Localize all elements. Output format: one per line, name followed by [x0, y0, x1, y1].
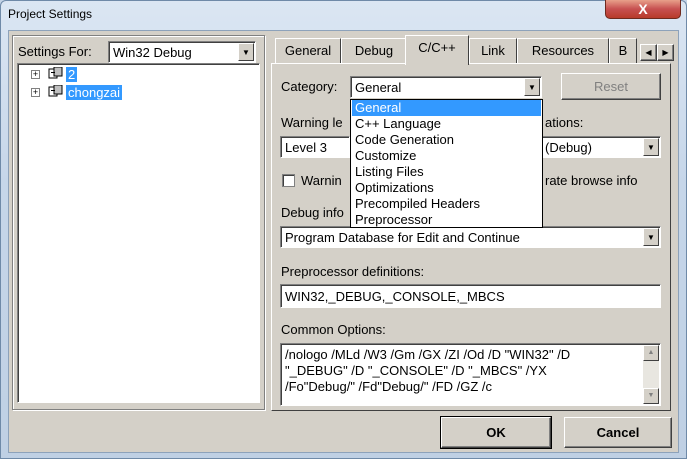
optimizations-label: ations: — [545, 115, 584, 130]
chevron-down-icon[interactable]: ▼ — [643, 138, 659, 156]
dropdown-option[interactable]: General — [352, 100, 541, 116]
warnings-checkbox-label: Warnin — [301, 173, 342, 188]
expand-icon[interactable]: + — [31, 70, 40, 79]
preprocessor-value: WIN32,_DEBUG,_CONSOLE,_MBCS — [285, 289, 505, 304]
tab-link[interactable]: Link — [469, 38, 517, 63]
tab-general[interactable]: General — [275, 38, 341, 63]
common-options-line: /nologo /MLd /W3 /Gm /GX /ZI /Od /D "WIN… — [285, 347, 571, 362]
tab-scroll-left-icon[interactable]: ◀ — [640, 44, 657, 61]
tab-debug[interactable]: Debug — [341, 38, 407, 63]
category-combo[interactable]: General ▼ — [350, 76, 542, 98]
dropdown-option[interactable]: Customize — [352, 148, 541, 164]
scroll-up-icon[interactable]: ▲ — [643, 345, 659, 361]
reset-button-label: Reset — [594, 79, 628, 94]
settings-for-combo[interactable]: Win32 Debug ▼ — [108, 41, 256, 63]
dropdown-option[interactable]: Precompiled Headers — [352, 196, 541, 212]
expand-icon[interactable]: + — [31, 88, 40, 97]
warning-level-label: Warning le — [281, 115, 343, 130]
project-tree[interactable]: + 2 + chongzai — [17, 63, 260, 403]
debug-info-combo[interactable]: Program Database for Edit and Continue ▼ — [280, 226, 661, 248]
tree-item[interactable]: chongzai — [66, 85, 123, 100]
common-options-textarea[interactable]: /nologo /MLd /W3 /Gm /GX /ZI /Od /D "WIN… — [280, 343, 661, 406]
chevron-down-icon[interactable]: ▼ — [643, 228, 659, 246]
debug-info-label: Debug info — [281, 205, 344, 220]
settings-for-value: Win32 Debug — [113, 45, 192, 60]
common-options-line: /Fo"Debug/" /Fd"Debug/" /FD /GZ /c — [285, 379, 493, 394]
tab-scroll-right-icon[interactable]: ▶ — [657, 44, 674, 61]
project-icon — [48, 67, 63, 79]
ok-button[interactable]: OK — [440, 416, 552, 449]
close-icon: X — [638, 1, 648, 17]
dropdown-option[interactable]: Code Generation — [352, 132, 541, 148]
tab-browse[interactable]: B — [609, 38, 637, 63]
settings-for-label: Settings For: — [18, 44, 92, 59]
warning-level-value: Level 3 — [285, 140, 327, 155]
preprocessor-label: Preprocessor definitions: — [281, 264, 425, 279]
window-title: Project Settings — [8, 7, 93, 21]
category-value: General — [355, 80, 402, 95]
dropdown-option[interactable]: Optimizations — [352, 180, 541, 196]
optimizations-combo[interactable]: (Debug) ▼ — [540, 136, 661, 158]
warning-level-combo[interactable]: Level 3 — [280, 136, 350, 158]
close-button[interactable]: X — [605, 0, 681, 19]
vertical-scrollbar[interactable]: ▲ ▼ — [643, 345, 659, 404]
optimizations-value: (Debug) — [545, 140, 592, 155]
tree-item[interactable]: 2 — [66, 67, 78, 82]
tree-item-label: 2 — [66, 67, 78, 82]
ok-button-label: OK — [486, 425, 506, 440]
common-options-label: Common Options: — [281, 322, 386, 337]
dropdown-option[interactable]: Preprocessor — [352, 212, 541, 228]
dropdown-option[interactable]: C++ Language — [352, 116, 541, 132]
debug-info-value: Program Database for Edit and Continue — [285, 230, 520, 245]
warnings-as-errors-checkbox[interactable] — [282, 174, 295, 187]
tree-item-label: chongzai — [66, 85, 123, 100]
reset-button: Reset — [561, 73, 661, 100]
preprocessor-input[interactable]: WIN32,_DEBUG,_CONSOLE,_MBCS — [280, 284, 661, 308]
tab-resources[interactable]: Resources — [517, 38, 609, 63]
browse-info-label: rate browse info — [545, 173, 638, 188]
project-icon — [48, 85, 63, 97]
scroll-down-icon[interactable]: ▼ — [643, 388, 659, 404]
cancel-button-label: Cancel — [596, 425, 640, 440]
tab-cpp[interactable]: C/C++ — [405, 35, 469, 65]
chevron-down-icon[interactable]: ▼ — [524, 78, 540, 96]
cancel-button[interactable]: Cancel — [564, 417, 672, 448]
category-label: Category: — [281, 79, 338, 94]
dropdown-option[interactable]: Listing Files — [352, 164, 541, 180]
common-options-line: "_DEBUG" /D "_CONSOLE" /D "_MBCS" /YX — [285, 363, 547, 378]
category-dropdown-list[interactable]: General C++ Language Code Generation Cus… — [350, 99, 543, 228]
chevron-down-icon[interactable]: ▼ — [238, 43, 254, 61]
